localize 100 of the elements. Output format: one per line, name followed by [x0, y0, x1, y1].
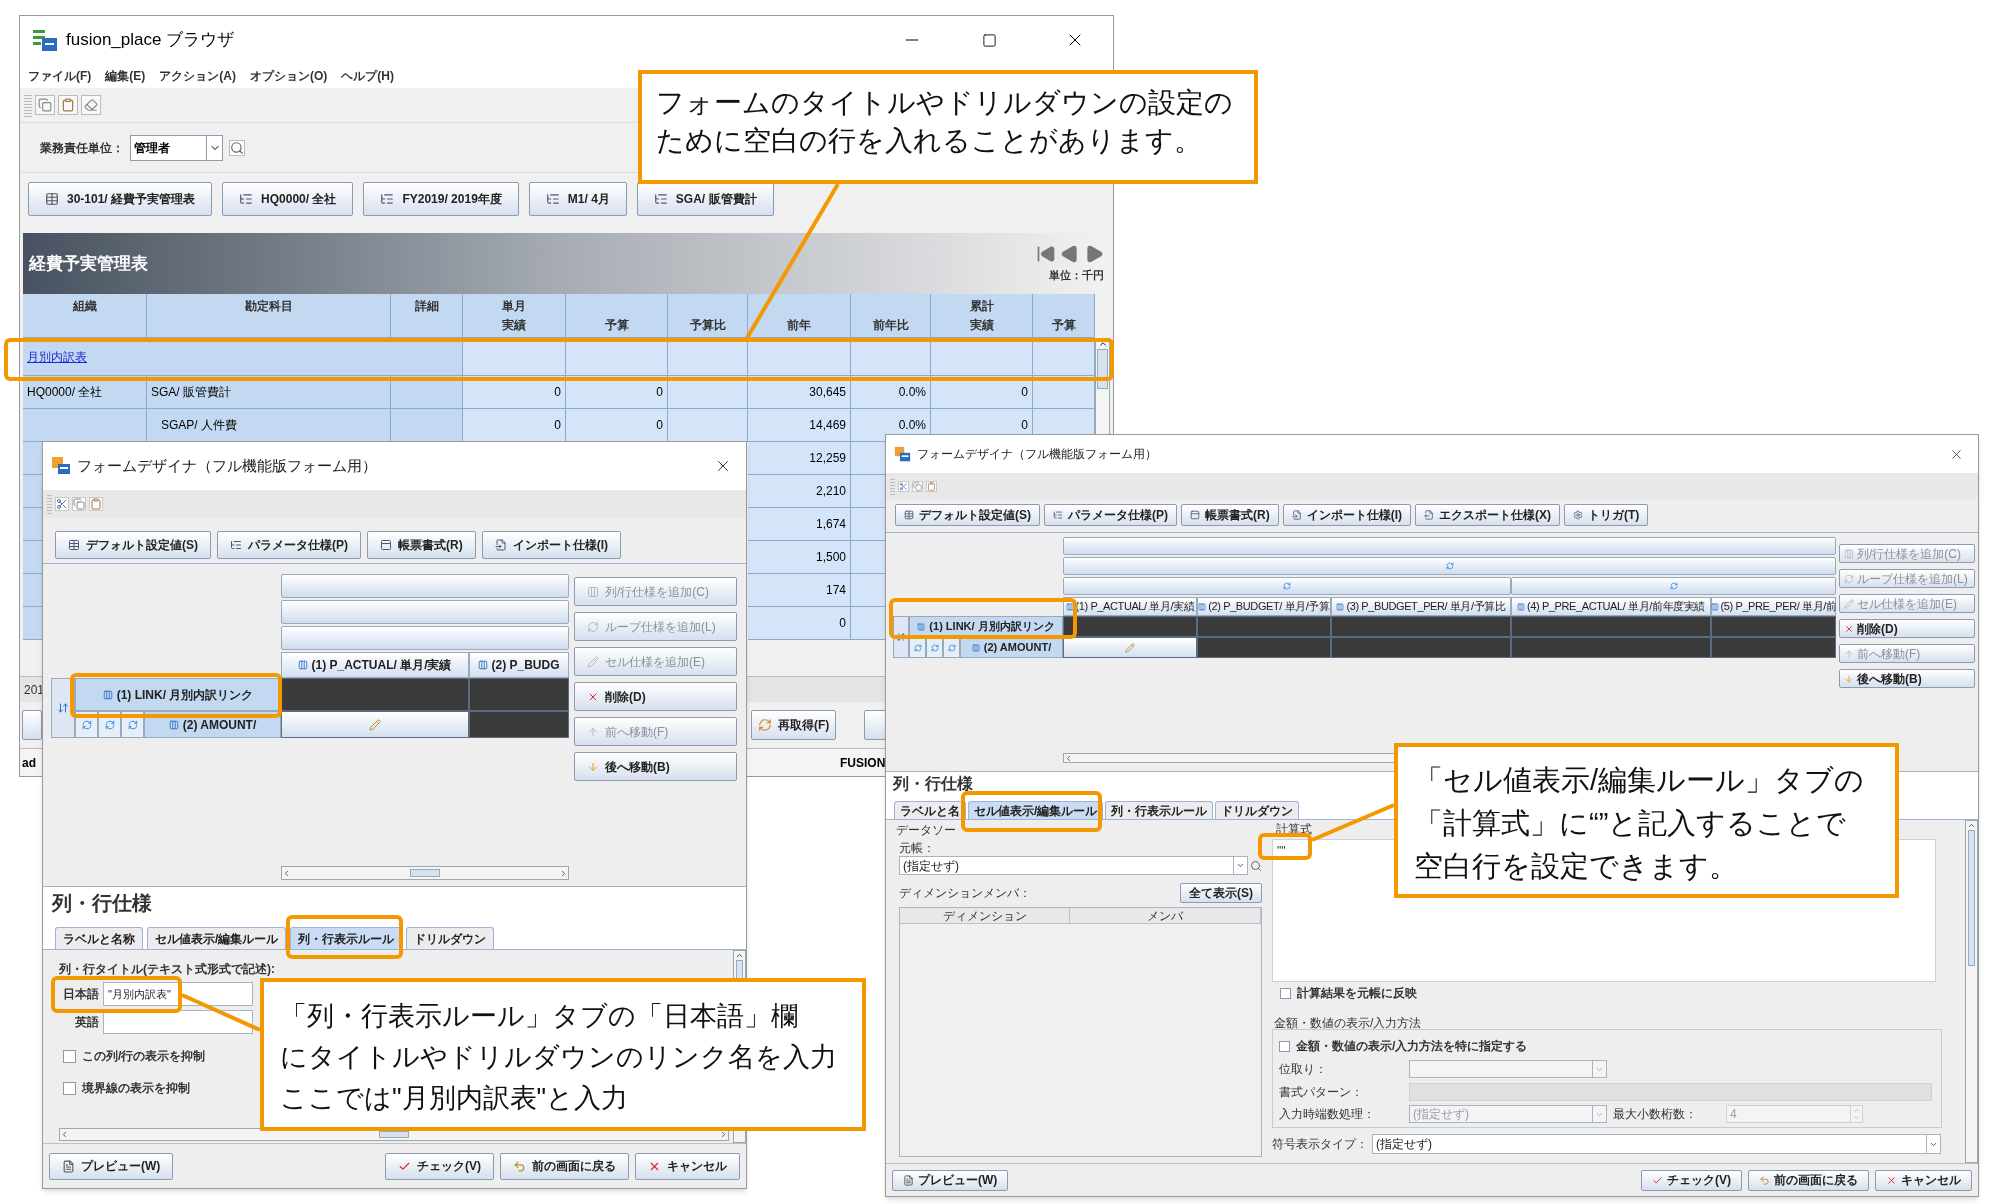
scroll-thumb[interactable] [410, 868, 440, 878]
toolbar-button[interactable] [22, 710, 42, 740]
row-spec[interactable]: (1) LINK/ 月別内訳リンク [909, 616, 1063, 637]
scrollbar[interactable] [281, 866, 569, 880]
tab[interactable]: ドリルダウン [1215, 801, 1300, 819]
tab[interactable]: ラベルと名 [894, 801, 966, 819]
loop-bar[interactable] [1063, 577, 1511, 595]
footer-button[interactable]: キャンセル [1875, 1169, 1972, 1191]
spec-cell[interactable] [1511, 637, 1711, 658]
action-button[interactable]: 後へ移動(B) [574, 752, 737, 781]
text-field[interactable]: "月別内訳表" [103, 982, 253, 1006]
column-spec[interactable]: (3) P_BUDGET_PER/ 単月/予算比 [1331, 597, 1511, 616]
ledger-dropdown[interactable]: (指定せず) [899, 856, 1249, 875]
column-spec[interactable]: (2) P_BUDG [469, 652, 569, 678]
spec-cell[interactable] [1063, 637, 1197, 658]
tab[interactable]: ラベルと名称 [55, 927, 143, 949]
menu-item[interactable]: 編集(E) [105, 67, 146, 85]
footer-button[interactable]: 前の画面に戻る [500, 1152, 629, 1180]
paste-icon[interactable] [58, 95, 78, 115]
maximize-icon[interactable] [982, 32, 997, 48]
footer-button[interactable]: チェック(V) [385, 1152, 494, 1180]
parameter-button[interactable]: SGA/ 販管費計 [636, 182, 774, 216]
section-button[interactable]: インポート仕様(I) [481, 531, 621, 559]
loop-bar[interactable] [281, 626, 569, 650]
copy-icon[interactable] [912, 480, 923, 492]
column-spec[interactable]: (2) P_BUDGET/ 単月/予算 [1197, 597, 1331, 616]
spec-cell[interactable] [1511, 616, 1711, 637]
footer-button[interactable]: チェック(V) [1641, 1169, 1742, 1191]
menu-item[interactable]: ヘルプ(H) [341, 67, 394, 85]
parameter-button[interactable]: HQ0000/ 全社 [222, 182, 354, 216]
spec-cell[interactable] [281, 711, 469, 738]
spec-cell[interactable] [469, 711, 569, 738]
row-spec[interactable]: (1) LINK/ 月別内訳リンク [75, 678, 281, 711]
column-spec[interactable]: (1) P_ACTUAL/ 単月/実績 [281, 652, 469, 678]
paste-icon[interactable] [89, 497, 103, 511]
unit-dropdown[interactable]: 管理者 [130, 134, 223, 161]
checkbox[interactable] [63, 1049, 76, 1063]
parameter-button[interactable]: FY2019/ 2019年度 [363, 182, 519, 216]
parameter-button[interactable]: M1/ 4月 [528, 182, 627, 216]
cut-icon[interactable] [55, 497, 69, 511]
spec-cell[interactable] [1331, 616, 1511, 637]
paste-icon[interactable] [926, 480, 937, 492]
action-button[interactable]: 削除(D) [1839, 619, 1975, 638]
menu-item[interactable]: オプション(O) [250, 67, 328, 85]
footer-button[interactable]: 前の画面に戻る [1748, 1169, 1869, 1191]
loop-bar[interactable] [1063, 557, 1836, 575]
tab[interactable]: ドリルダウン [406, 927, 495, 949]
tab[interactable]: 列・行表示ルール [1105, 801, 1214, 819]
loop-toggle[interactable] [926, 637, 943, 658]
loop-bar[interactable] [1063, 537, 1836, 555]
refresh-button[interactable]: 再取得(F) [751, 710, 837, 740]
loop-bar[interactable] [281, 574, 569, 598]
tab[interactable]: セル値表示/編集ルール [147, 927, 287, 949]
loop-bar[interactable] [281, 600, 569, 624]
search-icon[interactable] [229, 139, 245, 156]
show-all-button[interactable]: 全て表示(S) [1180, 883, 1262, 903]
section-button[interactable]: インポート仕様(I) [1282, 504, 1411, 526]
previous-page-icon[interactable] [1060, 243, 1080, 264]
spec-cell[interactable] [281, 678, 469, 711]
checkbox[interactable] [63, 1081, 76, 1095]
section-button[interactable]: 帳票書式(R) [1181, 504, 1279, 526]
spec-cell[interactable] [1331, 637, 1511, 658]
checkbox[interactable] [1279, 1040, 1290, 1052]
column-spec[interactable]: (4) P_PRE_ACTUAL/ 単月/前年度実績 [1511, 597, 1711, 616]
cut-icon[interactable] [898, 480, 909, 492]
parameter-button[interactable]: 30-101/ 経費予実管理表 [28, 182, 213, 216]
scroll-thumb[interactable] [1967, 830, 1976, 967]
menu-item[interactable]: ファイル(F) [28, 67, 92, 85]
section-button[interactable]: トリガ(T) [1564, 504, 1649, 526]
section-button[interactable]: パラメータ仕様(P) [1044, 504, 1177, 526]
spec-cell[interactable] [1063, 616, 1197, 637]
copy-icon[interactable] [35, 95, 55, 115]
sort-toggle[interactable] [893, 616, 909, 658]
row-spec[interactable]: (2) AMOUNT/ [960, 637, 1063, 658]
spec-cell[interactable] [1711, 616, 1836, 637]
tab[interactable]: セル値表示/編集ルール [968, 801, 1104, 819]
column-spec[interactable]: (5) P_PRE_PER/ 単月/前 [1711, 597, 1836, 616]
spec-cell[interactable] [1711, 637, 1836, 658]
drilldown-link[interactable]: 月別内訳表 [27, 347, 87, 366]
action-button[interactable]: 削除(D) [574, 682, 737, 711]
spec-cell[interactable] [1197, 637, 1331, 658]
section-button[interactable]: 帳票書式(R) [367, 531, 476, 559]
section-button[interactable]: パラメータ仕様(P) [217, 531, 361, 559]
pattern-field[interactable] [1409, 1083, 1932, 1101]
loop-toggle[interactable] [909, 637, 926, 658]
menu-item[interactable]: アクション(A) [159, 67, 236, 85]
footer-button[interactable]: プレビュー(W) [49, 1152, 174, 1180]
sign-dropdown[interactable]: (指定せず) [1372, 1134, 1941, 1154]
checkbox[interactable] [1280, 987, 1291, 999]
next-page-icon[interactable] [1084, 243, 1104, 264]
spec-cell[interactable] [469, 678, 569, 711]
action-button[interactable]: 後へ移動(B) [1839, 669, 1975, 688]
scale-dropdown[interactable] [1409, 1060, 1607, 1078]
scrollbar[interactable] [1965, 820, 1978, 1163]
section-button[interactable]: デフォルト設定値(S) [55, 531, 211, 559]
scroll-thumb[interactable] [1097, 349, 1108, 389]
loop-toggle[interactable] [943, 637, 960, 658]
loop-bar[interactable] [1511, 577, 1836, 595]
footer-button[interactable]: キャンセル [635, 1152, 740, 1180]
section-button[interactable]: エクスポート仕様(X) [1415, 504, 1560, 526]
